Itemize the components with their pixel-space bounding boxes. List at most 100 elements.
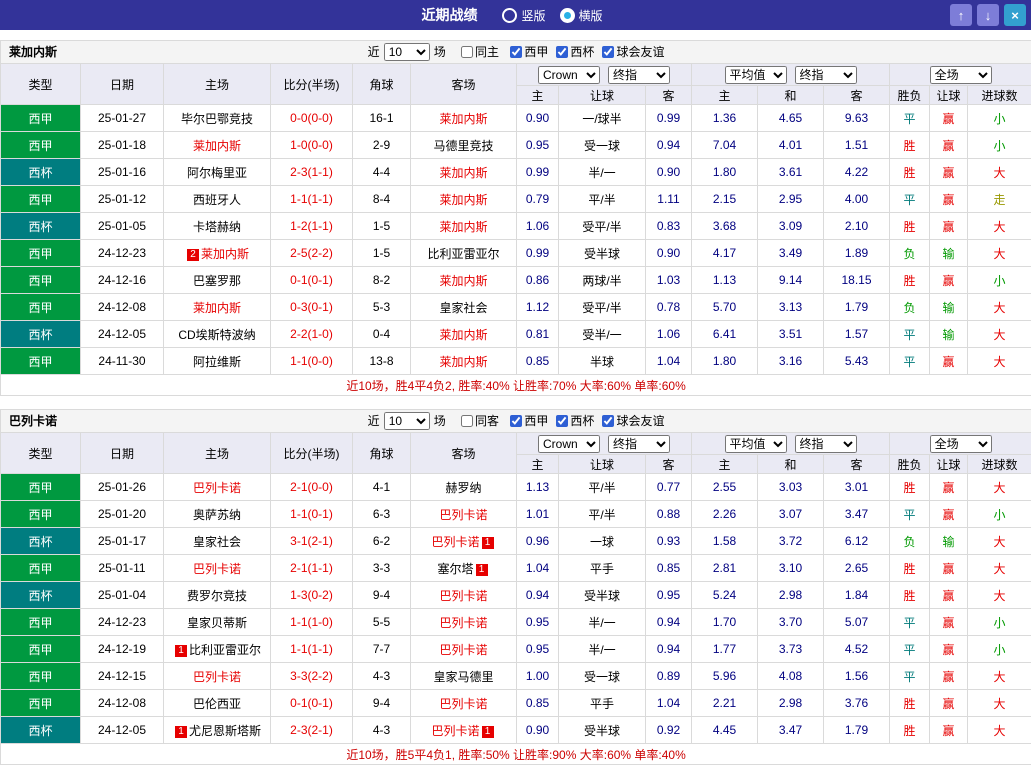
away-team[interactable]: 巴列卡诺 xyxy=(411,582,517,609)
match-score[interactable]: 2-5(2-2) xyxy=(271,240,353,267)
away-team[interactable]: 莱加内斯 xyxy=(411,105,517,132)
home-team[interactable]: 莱加内斯 xyxy=(164,132,271,159)
layout-radio-vertical[interactable]: 竖版 xyxy=(502,7,545,24)
odds-company-select[interactable]: Crown xyxy=(538,435,600,453)
match-score[interactable]: 0-1(0-1) xyxy=(271,690,353,717)
home-team[interactable]: 阿尔梅里亚 xyxy=(164,159,271,186)
away-team[interactable]: 巴列卡诺1 xyxy=(411,717,517,744)
league-filter[interactable]: 西甲 xyxy=(502,45,548,59)
away-team[interactable]: 莱加内斯 xyxy=(411,321,517,348)
match-score[interactable]: 3-1(2-1) xyxy=(271,528,353,555)
league-checkbox[interactable] xyxy=(556,46,568,58)
match-score[interactable]: 1-0(0-0) xyxy=(271,132,353,159)
away-team[interactable]: 莱加内斯 xyxy=(411,267,517,294)
move-up-button[interactable]: ↑ xyxy=(950,4,972,26)
odds-company-select[interactable]: 终指 xyxy=(795,66,857,84)
away-team[interactable]: 赫罗纳 xyxy=(411,474,517,501)
odds-company-select[interactable]: 全场 xyxy=(930,66,992,84)
away-team[interactable]: 巴列卡诺 xyxy=(411,609,517,636)
team-name-text: 毕尔巴鄂竞技 xyxy=(181,112,253,126)
match-score[interactable]: 2-3(1-1) xyxy=(271,159,353,186)
match-score[interactable]: 0-0(0-0) xyxy=(271,105,353,132)
same-venue-filter[interactable]: 同客 xyxy=(453,414,499,428)
away-team[interactable]: 巴列卡诺1 xyxy=(411,528,517,555)
match-score[interactable]: 1-1(0-0) xyxy=(271,348,353,375)
league-filter[interactable]: 西甲 xyxy=(502,414,548,428)
match-count-select[interactable]: 10 xyxy=(384,412,430,430)
section-team-name: 莱加内斯 xyxy=(9,41,57,63)
odds-company-select[interactable]: 终指 xyxy=(608,66,670,84)
odds-company-select[interactable]: 平均值 xyxy=(725,66,787,84)
away-team[interactable]: 比利亚雷亚尔 xyxy=(411,240,517,267)
home-team[interactable]: 巴列卡诺 xyxy=(164,663,271,690)
match-score[interactable]: 1-1(1-1) xyxy=(271,186,353,213)
away-team[interactable]: 皇家马德里 xyxy=(411,663,517,690)
close-button[interactable]: × xyxy=(1004,4,1026,26)
home-team[interactable]: 巴伦西亚 xyxy=(164,690,271,717)
ah-home-odds: 0.85 xyxy=(517,690,559,717)
league-filter[interactable]: 西杯 xyxy=(548,45,594,59)
same-venue-filter[interactable]: 同主 xyxy=(453,45,499,59)
league-filter[interactable]: 球会友谊 xyxy=(594,414,664,428)
league-checkbox[interactable] xyxy=(556,415,568,427)
home-team[interactable]: 毕尔巴鄂竞技 xyxy=(164,105,271,132)
odds-company-select[interactable]: 全场 xyxy=(930,435,992,453)
home-team[interactable]: 奥萨苏纳 xyxy=(164,501,271,528)
home-team[interactable]: 费罗尔竞技 xyxy=(164,582,271,609)
match-score[interactable]: 1-2(1-1) xyxy=(271,213,353,240)
match-score[interactable]: 0-3(0-1) xyxy=(271,294,353,321)
home-team[interactable]: 阿拉维斯 xyxy=(164,348,271,375)
home-team[interactable]: 莱加内斯 xyxy=(164,294,271,321)
match-score[interactable]: 2-2(1-0) xyxy=(271,321,353,348)
same-venue-checkbox[interactable] xyxy=(461,415,473,427)
match-score[interactable]: 3-3(2-2) xyxy=(271,663,353,690)
home-team[interactable]: 2莱加内斯 xyxy=(164,240,271,267)
home-team[interactable]: 皇家贝蒂斯 xyxy=(164,609,271,636)
team-name-text: 巴列卡诺 xyxy=(439,508,487,522)
league-checkbox[interactable] xyxy=(510,46,522,58)
away-team[interactable]: 马德里竞技 xyxy=(411,132,517,159)
league-checkbox[interactable] xyxy=(602,46,614,58)
match-score[interactable]: 2-3(2-1) xyxy=(271,717,353,744)
away-team[interactable]: 皇家社会 xyxy=(411,294,517,321)
home-team[interactable]: 巴塞罗那 xyxy=(164,267,271,294)
same-venue-checkbox[interactable] xyxy=(461,46,473,58)
home-team[interactable]: 西班牙人 xyxy=(164,186,271,213)
match-score[interactable]: 1-3(0-2) xyxy=(271,582,353,609)
away-team[interactable]: 巴列卡诺 xyxy=(411,690,517,717)
away-team[interactable]: 莱加内斯 xyxy=(411,186,517,213)
home-team[interactable]: 1比利亚雷亚尔 xyxy=(164,636,271,663)
odds-company-select[interactable]: Crown xyxy=(538,66,600,84)
ah-line: 平手 xyxy=(559,690,646,717)
away-team[interactable]: 塞尔塔1 xyxy=(411,555,517,582)
match-score[interactable]: 0-1(0-1) xyxy=(271,267,353,294)
home-team[interactable]: 巴列卡诺 xyxy=(164,555,271,582)
match-score[interactable]: 1-1(0-1) xyxy=(271,501,353,528)
odds-company-select[interactable]: 平均值 xyxy=(725,435,787,453)
away-team[interactable]: 巴列卡诺 xyxy=(411,501,517,528)
league-filter[interactable]: 西杯 xyxy=(548,414,594,428)
match-result: 负 xyxy=(890,528,930,555)
odds-company-select[interactable]: 终指 xyxy=(795,435,857,453)
odds-company-select[interactable]: 终指 xyxy=(608,435,670,453)
away-team[interactable]: 莱加内斯 xyxy=(411,213,517,240)
away-team[interactable]: 莱加内斯 xyxy=(411,348,517,375)
away-team[interactable]: 莱加内斯 xyxy=(411,159,517,186)
match-score[interactable]: 1-1(1-0) xyxy=(271,609,353,636)
league-filters: 西甲西杯球会友谊 xyxy=(502,45,664,59)
league-checkbox[interactable] xyxy=(510,415,522,427)
match-score[interactable]: 2-1(0-0) xyxy=(271,474,353,501)
layout-radio-horizontal[interactable]: 横版 xyxy=(560,7,603,24)
move-down-button[interactable]: ↓ xyxy=(977,4,999,26)
home-team[interactable]: 卡塔赫纳 xyxy=(164,213,271,240)
home-team[interactable]: CD埃斯特波纳 xyxy=(164,321,271,348)
match-score[interactable]: 2-1(1-1) xyxy=(271,555,353,582)
league-checkbox[interactable] xyxy=(602,415,614,427)
home-team[interactable]: 皇家社会 xyxy=(164,528,271,555)
away-team[interactable]: 巴列卡诺 xyxy=(411,636,517,663)
league-filter[interactable]: 球会友谊 xyxy=(594,45,664,59)
match-score[interactable]: 1-1(1-1) xyxy=(271,636,353,663)
home-team[interactable]: 1尤尼恩斯塔斯 xyxy=(164,717,271,744)
match-count-select[interactable]: 10 xyxy=(384,43,430,61)
home-team[interactable]: 巴列卡诺 xyxy=(164,474,271,501)
